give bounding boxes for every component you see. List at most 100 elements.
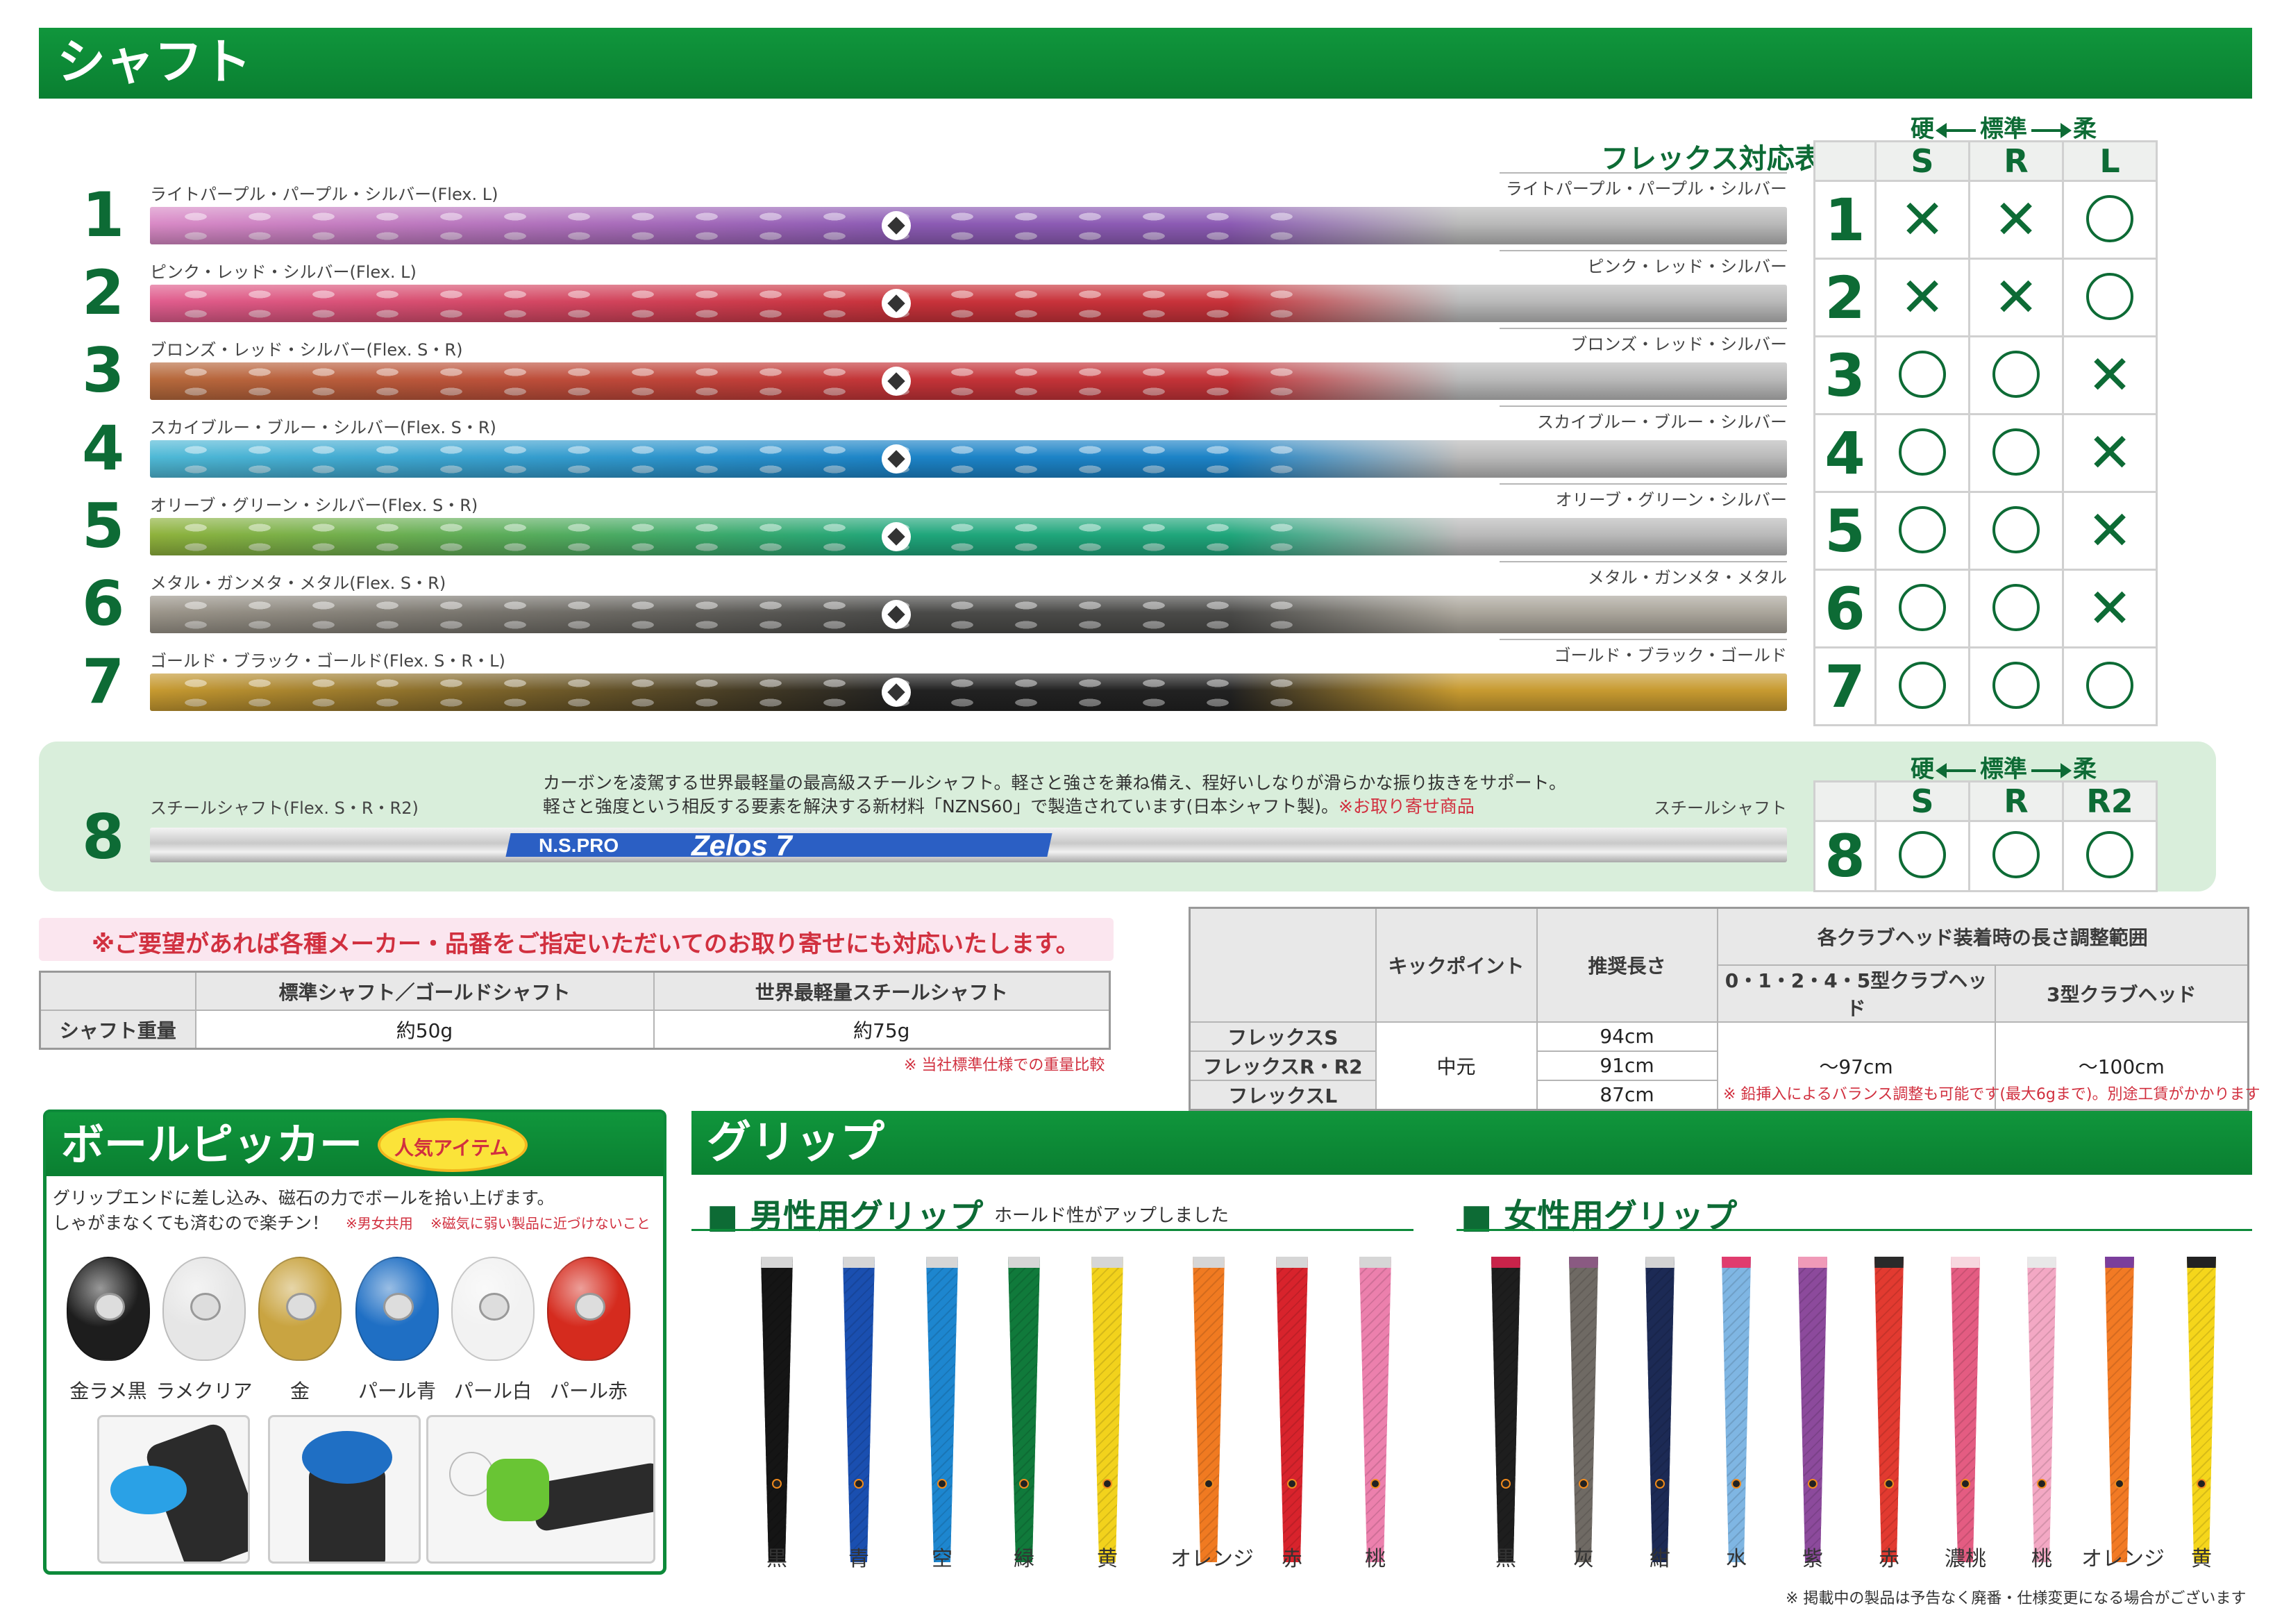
steel-arrow-soft-label: 柔: [2073, 755, 2097, 783]
shaft-name-rule: [1500, 250, 1787, 251]
photo-3-puck: [487, 1459, 549, 1521]
shaft-name-right: ブロンズ・レッド・シルバー: [1570, 335, 1787, 354]
flex-table-title: フレックス対応表: [1601, 143, 1822, 175]
flex-table-row: 3 ✕: [1813, 335, 2158, 415]
flex-header-r: R: [1968, 140, 2064, 182]
women-grip-label: 紫: [1802, 1547, 1823, 1571]
shaft-name-right: ゴールド・ブラック・ゴールド: [1554, 646, 1787, 665]
grip-section-header: グリップ: [691, 1111, 2252, 1175]
men-grip: [1193, 1257, 1225, 1562]
women-grip: [1569, 1257, 1598, 1562]
flex-table-row: 4 ✕: [1813, 413, 2158, 493]
picker-photo-2: [268, 1415, 421, 1564]
steel-desc-2: 軽さと強度という相反する要素を解決する新材料「NZNS60」で製造されています(…: [543, 793, 1475, 818]
shaft-logo-icon: [882, 522, 911, 551]
grip-logo-icon: [854, 1479, 864, 1489]
recommended-length-header: 推奨長さ: [1536, 907, 1718, 1023]
men-grip-label: 緑: [1014, 1547, 1034, 1571]
shaft-name-right: メタル・ガンメタ・メタル: [1587, 568, 1787, 587]
circle-mark-icon: [2086, 831, 2133, 878]
grip-logo-icon: [1019, 1479, 1029, 1489]
picker-desc-2: しゃがまなくても済むので楽チン！: [53, 1213, 330, 1233]
picker-note-unisex: ※男女共用: [346, 1215, 413, 1232]
picker-photo-3: [426, 1415, 655, 1564]
shaft-bar: [150, 207, 1787, 244]
cross-mark-icon: ✕: [2087, 344, 2133, 407]
grip-logo-icon: [1655, 1479, 1665, 1489]
shaft-shine: [150, 362, 1787, 400]
weight-steel-value: 約75g: [653, 1010, 1111, 1050]
flex-row-num: 5: [1813, 491, 1877, 571]
men-grip-rule: [691, 1229, 1413, 1231]
ball-picker-item: [355, 1257, 439, 1361]
flex-r-label: フレックスR・R2: [1189, 1050, 1377, 1081]
shaft-bar: [150, 362, 1787, 400]
women-grip: [2105, 1257, 2134, 1562]
arrow-left-icon: [1936, 122, 1976, 138]
shaft-logo-icon: [882, 678, 911, 707]
men-grip: [843, 1257, 875, 1562]
flex-row-num: 6: [1813, 569, 1877, 648]
shaft-name-right: ライトパープル・パープル・シルバー: [1505, 179, 1787, 199]
grip-logo-icon: [772, 1479, 782, 1489]
length-note: ※ 鉛挿入によるバランス調整も可能です(最大6gまで)。別途工賃がかかります: [1723, 1086, 2260, 1103]
ball-picker-label: ラメクリア: [156, 1380, 253, 1403]
shaft-num: 7: [82, 646, 125, 717]
grip-logo-icon: [1102, 1479, 1112, 1489]
steel-num: 8: [82, 801, 125, 873]
arrow-standard-label: 標準: [1980, 115, 2027, 143]
steel-arrow-hard-label: 硬: [1911, 755, 1934, 783]
women-grip: [2187, 1257, 2216, 1562]
circle-mark-icon: [1992, 350, 2040, 398]
women-grip-label: 桃: [2031, 1547, 2052, 1571]
flex-row-num: 3: [1813, 335, 1877, 415]
steel-name: スチールシャフト(Flex. S・R・R2): [150, 798, 419, 818]
circle-mark-icon: [1992, 661, 2040, 709]
circle-mark-icon: [1992, 505, 2040, 553]
steel-model: Zelos 7: [691, 829, 792, 862]
flex-table-row: 6 ✕: [1813, 569, 2158, 648]
shaft-shine: [150, 673, 1787, 711]
weight-header-steel: 世界最軽量スチールシャフト: [653, 971, 1111, 1011]
steel-arrow-left-icon: [1936, 762, 1976, 778]
picker-header: ボールピッカー: [46, 1112, 664, 1176]
women-grip-label: 灰: [1573, 1547, 1594, 1571]
magnet-icon: [479, 1293, 510, 1321]
women-grip: [1722, 1257, 1751, 1562]
men-grip-label: 黄: [1097, 1547, 1118, 1571]
circle-mark-icon: [2086, 272, 2133, 320]
shaft-logo-icon: [882, 444, 911, 474]
grip-logo-icon: [937, 1479, 947, 1489]
grip-cap: [761, 1257, 793, 1268]
shaft-num: 4: [82, 412, 125, 484]
shaft-name: ピンク・レッド・シルバー(Flex. L): [150, 262, 417, 282]
steel-header-r2: R2: [2062, 780, 2158, 822]
shaft-logo-icon: [882, 600, 911, 629]
length-table: キックポイント 推奨長さ 各クラブヘッド装着時の長さ調整範囲 0・1・2・4・5…: [1189, 907, 2249, 1111]
flex-header-blank: [1813, 140, 1877, 182]
weight-table: 標準シャフト／ゴールドシャフト 世界最軽量スチールシャフト シャフト重量 約50…: [39, 971, 1111, 1050]
grip-cap: [1645, 1257, 1675, 1268]
grip-cap: [1091, 1257, 1123, 1268]
shaft-name: ゴールド・ブラック・ゴールド(Flex. S・R・L): [150, 651, 505, 671]
steel-header-r: R: [1968, 780, 2064, 822]
magnet-icon: [190, 1293, 221, 1321]
flex-l-length: 87cm: [1536, 1079, 1718, 1110]
women-grip-label: オレンジ: [2081, 1547, 2165, 1571]
shaft-name: ライトパープル・パープル・シルバー(Flex. L): [150, 185, 498, 204]
women-grip-label: 黄: [2191, 1547, 2212, 1571]
circle-mark-icon: [1899, 428, 1946, 476]
shaft-bar: [150, 285, 1787, 322]
weight-standard-value: 約50g: [194, 1010, 655, 1050]
circle-mark-icon: [1899, 661, 1946, 709]
shaft-num: 6: [82, 568, 125, 639]
grip-cap: [1722, 1257, 1751, 1268]
men-grip: [1008, 1257, 1040, 1562]
ball-picker-label: パール白: [453, 1380, 532, 1403]
picker-desc-1: グリップエンドに差し込み、磁石の力でボールを拾い上げます。: [53, 1188, 555, 1208]
shaft-name: メタル・ガンメタ・メタル(Flex. S・R): [150, 574, 446, 593]
flex-row-num: 7: [1813, 646, 1877, 726]
arrow-right-icon: [2031, 122, 2072, 138]
flex-mark-cell: [2062, 180, 2158, 260]
shaft-bar: [150, 673, 1787, 711]
